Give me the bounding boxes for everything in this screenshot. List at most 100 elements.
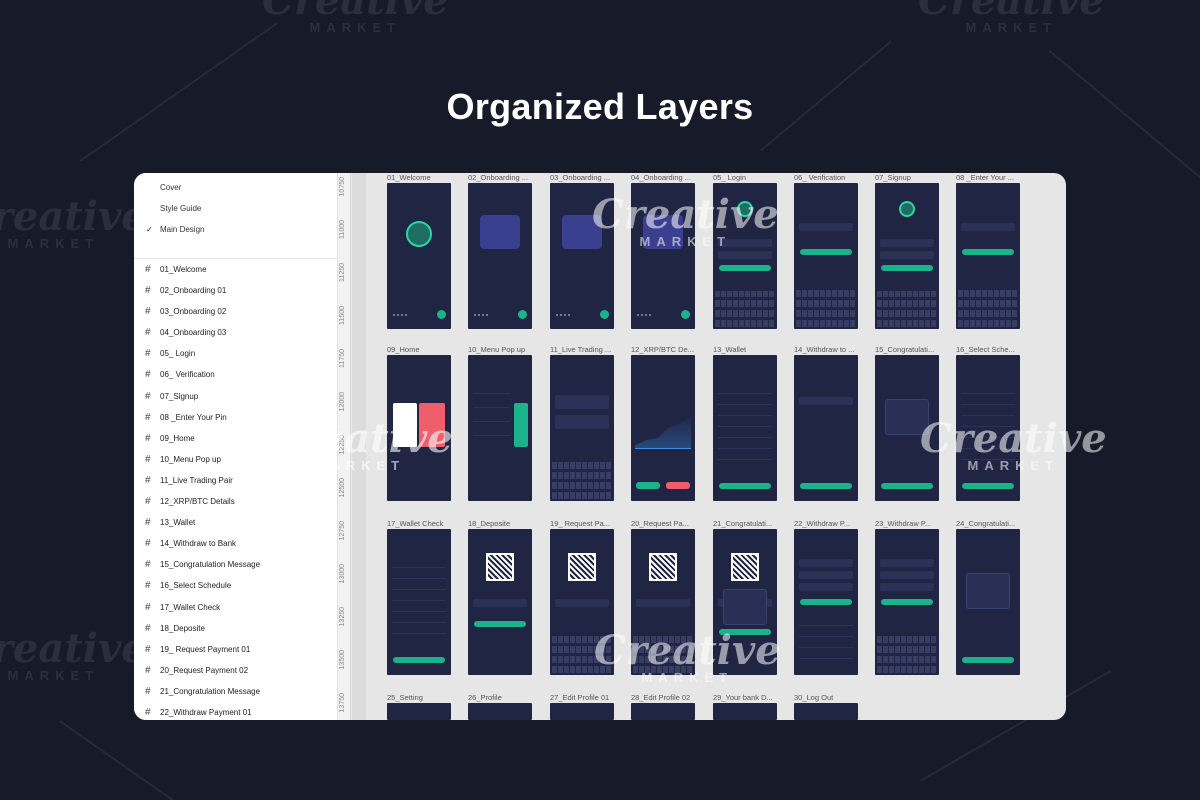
- layer-label: 21_Congratulation Message: [160, 686, 261, 696]
- page-item-label: Style Guide: [160, 204, 202, 213]
- keyboard: [552, 459, 612, 499]
- layer-row[interactable]: #20_Request Payment 02: [134, 660, 337, 681]
- frame-label: 19_ Request Pa...: [550, 519, 611, 528]
- frame-icon: #: [145, 622, 151, 634]
- page-item[interactable]: Style Guide: [134, 198, 337, 219]
- artboard-frame[interactable]: [468, 529, 532, 675]
- frame-icon: #: [145, 580, 151, 592]
- artboard-frame[interactable]: [631, 703, 695, 720]
- artboard-frame[interactable]: [794, 529, 858, 675]
- layer-label: 19_ Request Payment 01: [160, 644, 251, 654]
- coin-select: [555, 599, 609, 607]
- pair-row: [555, 415, 609, 429]
- artboard-frame[interactable]: [387, 355, 451, 501]
- layer-label: 12_XRP/BTC Details: [160, 497, 235, 507]
- ruler-tick-label: 12500: [339, 478, 346, 498]
- coin-row: [961, 385, 1015, 394]
- layer-label: 08 _Enter Your Pin: [160, 412, 227, 422]
- frame-icon: #: [145, 285, 151, 297]
- artboard-frame[interactable]: [956, 355, 1020, 501]
- layer-row[interactable]: #19_ Request Payment 01: [134, 639, 337, 660]
- qr-code: [649, 553, 677, 581]
- coin-row: [718, 440, 772, 449]
- page-item[interactable]: Cover: [134, 177, 337, 198]
- transaction-row: [799, 628, 853, 637]
- artboard-frame[interactable]: [794, 703, 858, 720]
- artboard-frame[interactable]: [794, 355, 858, 501]
- primary-button: [962, 657, 1014, 663]
- primary-button: [719, 265, 771, 271]
- layer-row[interactable]: #09_Home: [134, 428, 337, 449]
- bank-field: [880, 559, 934, 567]
- layer-row[interactable]: #10_Menu Pop up: [134, 449, 337, 470]
- artboard-frame[interactable]: [468, 183, 532, 329]
- layer-row[interactable]: #15_Congratulation Message: [134, 554, 337, 575]
- layer-row[interactable]: #01_Welcome: [134, 259, 337, 280]
- layer-row[interactable]: #06_ Verification: [134, 364, 337, 385]
- frame-icon: #: [145, 685, 151, 697]
- layer-row[interactable]: #13_Wallet: [134, 512, 337, 533]
- artboard-frame[interactable]: [794, 183, 858, 329]
- frame-icon: #: [145, 496, 151, 508]
- artboard-frame[interactable]: [550, 703, 614, 720]
- artboard-frame[interactable]: [713, 529, 777, 675]
- artboard-frame[interactable]: [387, 183, 451, 329]
- layer-row[interactable]: #02_Onboarding 01: [134, 280, 337, 301]
- buy-button: [636, 482, 660, 489]
- input-field: [880, 239, 934, 247]
- artboard-frame[interactable]: [631, 529, 695, 675]
- page-item[interactable]: ✓ Main Design: [134, 219, 337, 240]
- layer-label: 20_Request Payment 02: [160, 665, 249, 675]
- layer-row[interactable]: #11_Live Trading Pair: [134, 470, 337, 491]
- artboard-frame[interactable]: [550, 183, 614, 329]
- coin-row: [718, 429, 772, 438]
- layer-row[interactable]: #14_Withdraw to Bank: [134, 533, 337, 554]
- side-card: [514, 403, 528, 447]
- layer-row[interactable]: #03_Onboarding 02: [134, 301, 337, 322]
- artboard-frame[interactable]: [713, 703, 777, 720]
- artboard-frame[interactable]: [550, 355, 614, 501]
- artboard-frame[interactable]: [631, 355, 695, 501]
- layer-row[interactable]: #12_XRP/BTC Details: [134, 491, 337, 512]
- layer-row[interactable]: #22_Withdraw Payment 01: [134, 702, 337, 720]
- artboard-frame[interactable]: [956, 529, 1020, 675]
- artboard-frame[interactable]: [550, 529, 614, 675]
- layer-row[interactable]: #18_Deposite: [134, 618, 337, 639]
- artboard-frame[interactable]: [468, 703, 532, 720]
- primary-button: [719, 483, 771, 489]
- artboard-frame[interactable]: [713, 183, 777, 329]
- frame-label: 15_Congratulati...: [875, 345, 935, 354]
- coin-row: [392, 570, 446, 579]
- artboard-frame[interactable]: [875, 529, 939, 675]
- canvas[interactable]: 01_Welcome 02_Onboarding ... 03_Onboarding…: [366, 173, 1066, 720]
- frame-icon: #: [145, 327, 151, 339]
- layer-row[interactable]: #17_Wallet Check: [134, 597, 337, 618]
- frame-icon: #: [145, 601, 151, 613]
- layer-row[interactable]: #16_Select Schedule: [134, 575, 337, 596]
- artboard-frame[interactable]: [875, 355, 939, 501]
- coin-row: [718, 418, 772, 427]
- primary-button: [800, 483, 852, 489]
- layer-row[interactable]: #07_Signup: [134, 386, 337, 407]
- artboard-frame[interactable]: [387, 529, 451, 675]
- layer-row[interactable]: #04_Onboarding 03: [134, 322, 337, 343]
- sell-button: [666, 482, 690, 489]
- frame-label: 14_Withdraw to ...: [794, 345, 855, 354]
- frame-label: 16_Select Sche...: [956, 345, 1015, 354]
- input-field: [880, 251, 934, 259]
- layer-row[interactable]: #21_Congratulation Message: [134, 681, 337, 702]
- layer-row[interactable]: #08 _Enter Your Pin: [134, 407, 337, 428]
- input-field: [718, 251, 772, 259]
- artboard-frame[interactable]: [468, 355, 532, 501]
- qr-code: [568, 553, 596, 581]
- watermark: CreativeMARKET: [0, 193, 147, 252]
- artboard-frame[interactable]: [387, 703, 451, 720]
- coin-row: [392, 603, 446, 612]
- frame-icon: #: [145, 348, 151, 360]
- artboard-frame[interactable]: [631, 183, 695, 329]
- artboard-frame[interactable]: [956, 183, 1020, 329]
- artboard-frame[interactable]: [875, 183, 939, 329]
- artboard-frame[interactable]: [713, 355, 777, 501]
- layer-row[interactable]: #05_ Login: [134, 343, 337, 364]
- layer-label: 03_Onboarding 02: [160, 307, 227, 317]
